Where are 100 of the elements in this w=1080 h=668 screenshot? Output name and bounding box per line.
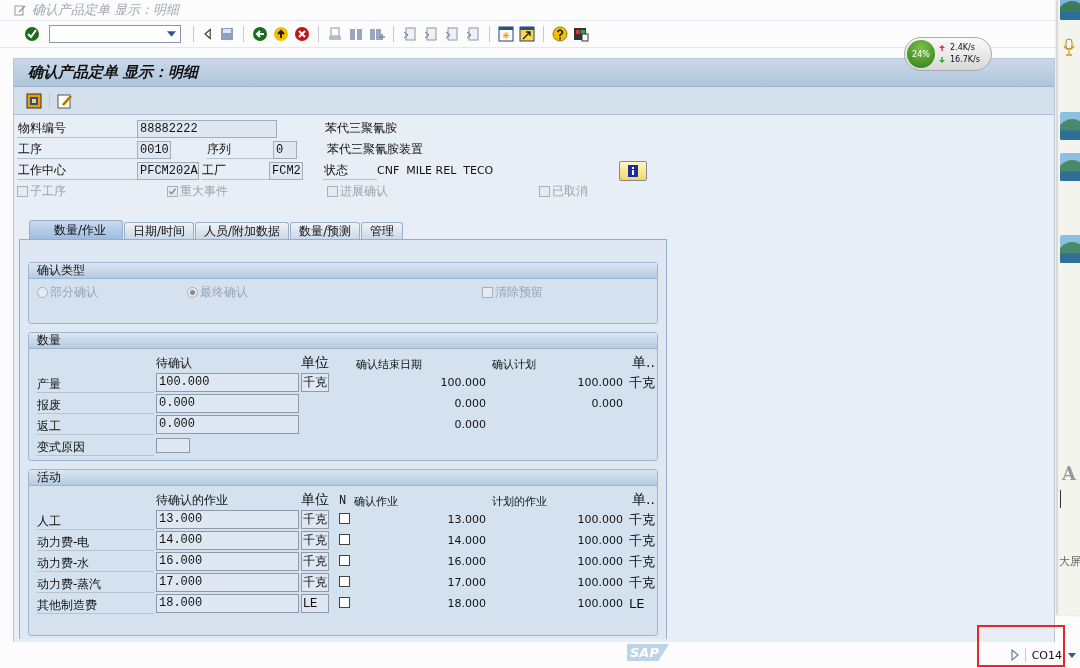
status-text: CNF MILE REL TECO [377,164,495,177]
page-icon[interactable] [423,26,439,42]
display-change-icon[interactable] [26,92,42,109]
tab[interactable]: 管理 [361,222,404,239]
unit-field[interactable]: 千克 [301,552,329,571]
planned-value: 0.000 [591,397,623,410]
operation-description: 苯代三聚氰胺装置 [327,141,423,158]
row-label: 动力费-蒸汽 [37,572,154,593]
planned-value: 100.000 [577,376,623,389]
group-title: 数量 [37,333,61,347]
checkbox-label: 已取消 [552,182,588,200]
activity-field[interactable]: 16.000 [156,552,299,571]
sap-logo: SAP [627,644,669,661]
pencil-icon[interactable] [57,92,73,109]
triangle-right-icon[interactable] [1010,649,1019,661]
option-label: 部分确认 [50,284,98,301]
confirmed-value: 16.000 [447,555,486,568]
unit-field[interactable]: 千克 [301,573,329,592]
cpu-gauge: 24% [907,40,935,68]
checkbox[interactable] [339,597,350,608]
option-label: 最终确认 [200,284,248,301]
side-label: 大屏 [1059,554,1080,569]
check-icon[interactable] [24,26,40,42]
info-button[interactable] [619,160,647,181]
column-header: 计划的作业 [491,494,548,509]
tab[interactable]: 数量/预测 [290,222,361,239]
activity-field[interactable]: 13.000 [156,510,299,529]
planned-value: 100.000 [577,597,623,610]
confirmed-value: 100.000 [440,376,486,389]
input-field[interactable]: 0 [273,140,297,159]
activity-field[interactable]: 14.000 [156,531,299,550]
planned-value: 100.000 [577,534,623,547]
column-header: N [339,494,347,509]
unit-text: 千克 [629,574,655,590]
window-title: 确认产品定单 显示：明细 [32,1,180,19]
group-title: 活动 [37,470,61,484]
column-header: 单位 [301,491,330,509]
unit-field[interactable]: 千克 [301,510,329,529]
row-label: 报废 [37,393,154,414]
tab[interactable]: 日期/时间 [124,222,195,239]
row-label: 动力费-电 [37,530,154,551]
column-header: 单.. [631,354,656,372]
unit-text: 千克 [629,532,655,548]
checkbox[interactable] [339,513,350,524]
microphone-icon[interactable] [1063,38,1075,56]
option-label: 清除预留 [495,284,543,301]
confirmed-value: 0.000 [454,397,486,410]
column-header: 待确认 [156,355,193,372]
material-description: 苯代三聚氰胺 [325,120,397,137]
checkbox[interactable] [339,576,350,587]
column-header: 待确认的作业 [156,492,229,509]
text-cursor [1060,490,1061,508]
unit-field[interactable]: 千克 [301,373,329,392]
page-icon[interactable] [402,26,418,42]
checkbox[interactable] [339,555,350,566]
command-field[interactable] [49,25,181,43]
confirmed-value: 14.000 [447,534,486,547]
quantity-field[interactable]: 0.000 [156,415,299,434]
quantity-field[interactable]: 100.000 [156,373,299,392]
checkbox-label: 子工序 [30,182,66,200]
tab[interactable]: 数量/作业 [29,220,124,239]
tab[interactable]: 人员/附加数据 [195,222,290,239]
cancel-icon[interactable] [294,26,310,42]
activity-field[interactable]: 17.000 [156,573,299,592]
row-label: 动力费-水 [37,551,154,572]
row-label: 产量 [37,372,154,393]
unit-field[interactable]: LE [301,594,329,613]
input-field[interactable]: 88882222 [137,119,277,138]
back-icon[interactable] [252,26,268,42]
reason-field[interactable] [156,438,190,453]
confirmed-value: 0.000 [454,418,486,431]
page-icon[interactable] [465,26,481,42]
save-icon[interactable] [219,26,235,42]
unit-text: 千克 [629,374,655,390]
transaction-code: CO14 [1031,648,1062,662]
field-label: 状态 [323,161,377,180]
edit-icon [14,4,26,16]
group-title: 确认类型 [37,263,85,277]
input-field[interactable]: FCM2 [269,161,303,180]
column-header: 单位 [301,354,330,372]
page-icon[interactable] [444,26,460,42]
column-header: 确认计划 [491,357,537,372]
new-window-icon[interactable] [498,26,514,42]
help-icon[interactable] [552,26,568,42]
unit-text: LE [629,596,645,611]
triangle-left-icon[interactable] [202,26,214,42]
dropdown-caret-icon[interactable] [167,31,176,37]
exit-icon[interactable] [273,26,289,42]
column-header: 确认作业 [354,494,399,509]
layout-icon[interactable] [573,26,589,42]
checkbox[interactable] [339,534,350,545]
dropdown-caret-icon[interactable] [1068,652,1076,658]
info-icon [628,164,638,177]
input-field[interactable]: PFCM202A [137,161,199,180]
row-label: 变式原因 [37,435,154,456]
activity-field[interactable]: 18.000 [156,594,299,613]
confirmed-value: 13.000 [447,513,486,526]
quantity-field[interactable]: 0.000 [156,394,299,413]
unit-field[interactable]: 千克 [301,531,329,550]
input-field[interactable]: 0010 [137,140,171,159]
